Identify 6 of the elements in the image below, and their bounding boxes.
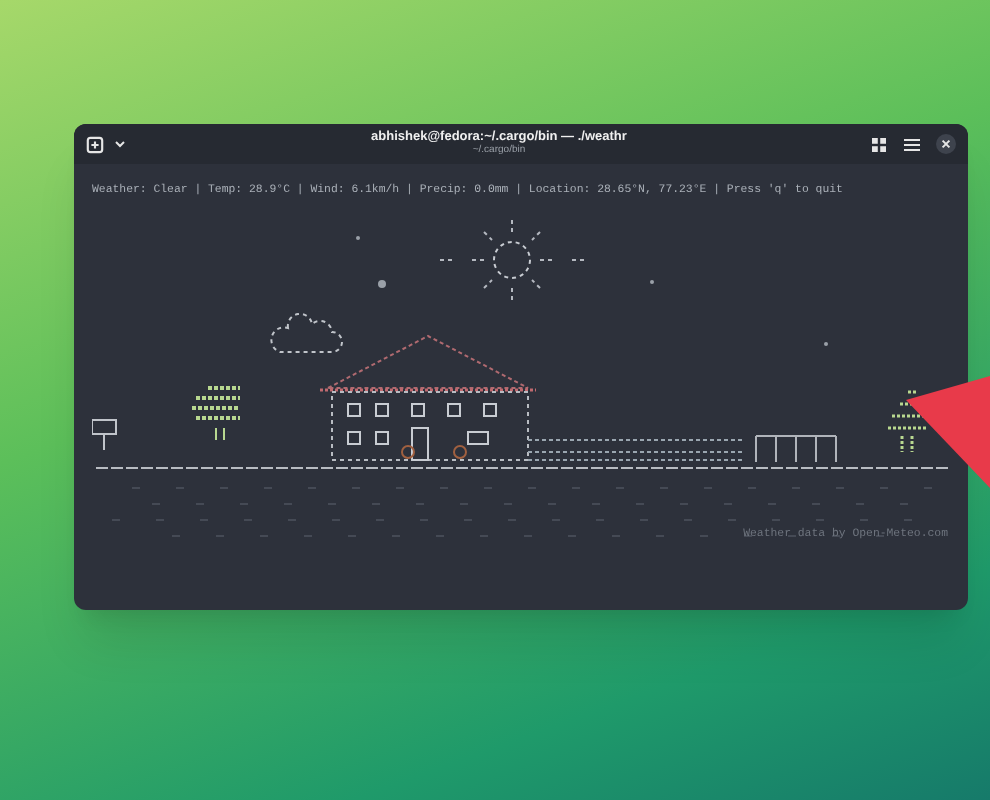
new-tab-icon[interactable] <box>86 135 104 153</box>
grid-icon[interactable] <box>872 137 886 151</box>
caret-icon[interactable] <box>114 140 126 148</box>
wallpaper-shape <box>906 376 990 488</box>
menu-icon[interactable] <box>904 137 920 151</box>
close-icon[interactable] <box>936 134 956 154</box>
